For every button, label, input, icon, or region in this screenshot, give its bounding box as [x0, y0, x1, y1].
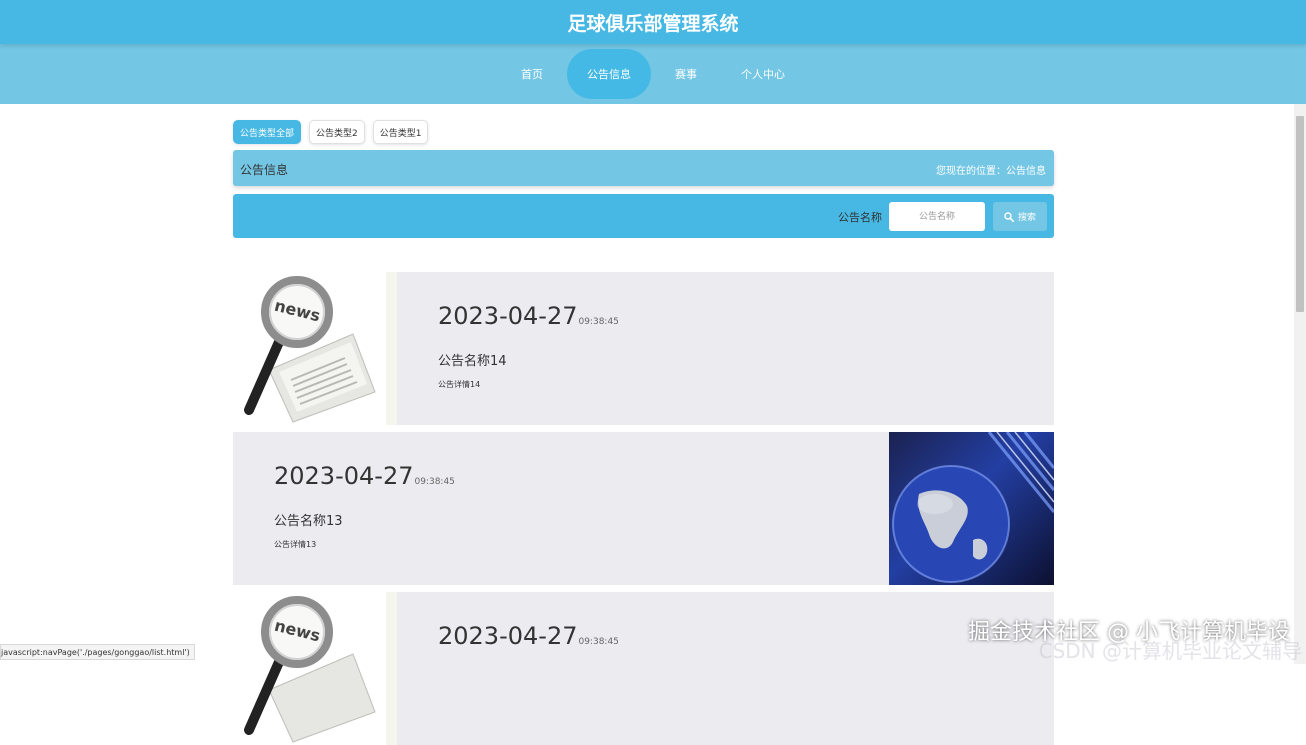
app-title: 足球俱乐部管理系统	[567, 12, 739, 35]
search-button[interactable]: 搜索	[993, 202, 1047, 231]
juejin-watermark: 掘金技术社区 @ 小飞计算机毕设	[968, 620, 1290, 645]
announcement-name[interactable]: 公告名称13	[274, 510, 343, 529]
announcement-time: 09:38:45	[578, 637, 619, 647]
section-titlebar: 公告信息 您现在的位置：公告信息	[233, 150, 1054, 186]
tab-type-1[interactable]: 公告类型1	[372, 120, 429, 144]
search-button-label: 搜索	[1017, 213, 1036, 223]
announcement-detail: 公告详情13	[274, 540, 317, 549]
nav-item-profile[interactable]: 个人中心	[721, 49, 805, 99]
announcement-date: 2023-04-2709:38:45	[438, 302, 619, 330]
announcement-date: 2023-04-2709:38:45	[438, 622, 619, 650]
announcement-card[interactable]: news 2023-04-2709:38:45	[233, 592, 1054, 745]
news-magnifier-image: news	[233, 592, 397, 745]
nav-item-matches[interactable]: 赛事	[655, 49, 717, 99]
search-bar: 公告名称 搜索	[233, 194, 1054, 238]
status-url: javascript:navPage('./pages/gonggao/list…	[1, 647, 190, 657]
nav-item-announcements[interactable]: 公告信息	[567, 49, 651, 99]
thumbnail-divider	[386, 272, 397, 425]
main-nav: 首页 公告信息 赛事 个人中心	[0, 44, 1306, 104]
announcement-name[interactable]: 公告名称14	[438, 350, 507, 369]
breadcrumb: 您现在的位置：公告信息	[936, 166, 1046, 177]
page-scrollbar-thumb[interactable]	[1296, 116, 1304, 312]
announcement-card[interactable]: 2023-04-2709:38:45 公告名称13 公告详情13	[233, 432, 1054, 585]
announcement-time: 09:38:45	[414, 477, 455, 487]
app-header: 足球俱乐部管理系统	[0, 0, 1306, 44]
search-input[interactable]	[889, 202, 985, 231]
announcement-detail: 公告详情14	[438, 380, 481, 389]
announcement-time: 09:38:45	[578, 317, 619, 327]
globe-news-image	[889, 432, 1054, 585]
tab-type-all[interactable]: 公告类型全部	[233, 120, 302, 144]
thumbnail-divider	[386, 592, 397, 745]
search-icon	[1004, 211, 1014, 222]
search-label: 公告名称	[838, 211, 882, 224]
news-magnifier-image: news	[233, 272, 397, 425]
section-title: 公告信息	[240, 163, 289, 177]
announcement-card[interactable]: news 2023-04-2709:38:45 公告名称14 公告详情14	[233, 272, 1054, 425]
tab-type-2[interactable]: 公告类型2	[309, 120, 365, 144]
browser-status-bar: javascript:navPage('./pages/gonggao/list…	[0, 644, 195, 660]
nav-item-home[interactable]: 首页	[501, 49, 563, 99]
type-filter-tabs: 公告类型全部 公告类型2 公告类型1	[233, 120, 429, 144]
announcement-date: 2023-04-2709:38:45	[274, 462, 455, 490]
